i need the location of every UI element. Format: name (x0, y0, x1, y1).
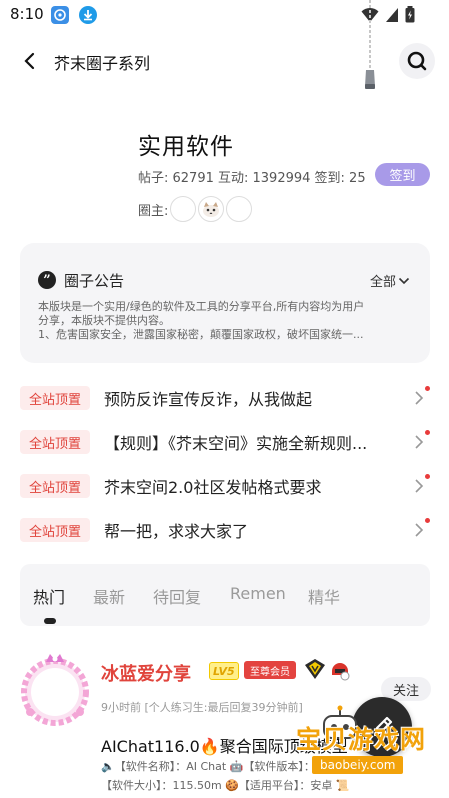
circle-name: 实用软件 (138, 134, 234, 160)
unread-dot (425, 474, 430, 479)
pinned-post-title: 芥末空间2.0社区发帖格式要求 (104, 478, 322, 497)
page-title: 芥末圈子系列 (54, 54, 151, 73)
pinned-tag: 全站顶置 (20, 474, 90, 498)
status-bar: 8:10 (0, 0, 449, 30)
owner-avatar[interactable] (198, 196, 225, 222)
top-app-bar: 芥末圈子系列 (0, 40, 449, 84)
announcement-line: 1、危害国家安全，泄露国家秘密，颠覆国家政权，破坏国家统一... (38, 328, 364, 341)
status-time: 8:10 (10, 5, 44, 23)
circle-owners: 圈主: (138, 196, 254, 222)
helmet-badge-icon (332, 663, 350, 681)
tab-hot[interactable]: 热门 (33, 584, 65, 608)
watermark: 宝贝游戏网 baobeiy.com (282, 705, 442, 778)
announcement-card[interactable]: ” 圈子公告 全部 本版块是一个实用/绿色的软件及工具的分享平台,所有内容均为用… (20, 243, 430, 363)
search-icon (407, 51, 427, 71)
announcement-title: 圈子公告 (64, 272, 125, 290)
feed-tabs: 热门 最新 待回复 Remen 精华 (20, 564, 430, 626)
battery-icon (405, 6, 415, 23)
pinned-post-title: 预防反诈宣传反诈，从我做起 (104, 390, 313, 409)
circle-stats: 帖子: 62791 互动: 1392994 签到: 25 (138, 171, 366, 186)
announcement-line: 本版块是一个实用/绿色的软件及工具的分享平台,所有内容均为用户 (38, 300, 365, 313)
chevron-right-icon (415, 523, 424, 537)
download-icon (79, 6, 97, 24)
tab-featured[interactable]: 精华 (308, 584, 340, 608)
pinned-post-row[interactable]: 全站顶置 预防反诈宣传反诈，从我做起 (20, 376, 430, 420)
pinned-post-title: 帮一把，求求大家了 (104, 522, 249, 541)
pinned-post-row[interactable]: 全站顶置 【规则】《芥末空间》实施全新规则... (20, 420, 430, 464)
chevron-down-icon (398, 277, 410, 284)
owner-avatar[interactable] (170, 196, 197, 222)
post-meta: 9小时前 [个人练习生:最后回复39分钟前] (101, 701, 303, 714)
tab-latest[interactable]: 最新 (93, 584, 125, 608)
medal-icon (305, 659, 325, 679)
post-excerpt-line: 【软件大小】：115.50m 🍪【适用平台】：安卓 📜 (101, 779, 350, 792)
owners-label: 圈主: (138, 203, 169, 219)
pinned-tag: 全站顶置 (20, 518, 90, 542)
quote-icon: ” (38, 271, 56, 289)
announcement-line: 分享，本版块不提供内容。 (38, 314, 170, 327)
unread-dot (425, 518, 430, 523)
chevron-right-icon (415, 479, 424, 493)
owner-avatar[interactable] (226, 196, 253, 222)
chevron-right-icon (415, 435, 424, 449)
signin-button[interactable]: 签到 (375, 163, 430, 186)
unread-dot (425, 386, 430, 391)
post-username[interactable]: 冰蓝爱分享 (101, 660, 191, 686)
back-button[interactable] (16, 48, 42, 74)
tab-remen[interactable]: Remen (230, 584, 286, 603)
search-button[interactable] (399, 43, 435, 79)
tab-awaiting-reply[interactable]: 待回复 (153, 584, 201, 608)
pinned-tag: 全站顶置 (20, 430, 90, 454)
signal-icon (386, 7, 398, 22)
active-tab-indicator (44, 618, 56, 624)
vip-badge: 至尊会员 (244, 661, 296, 679)
app-notification-icon (51, 6, 69, 24)
user-avatar[interactable] (20, 650, 90, 726)
pinned-post-title: 【规则】《芥末空间》实施全新规则... (104, 434, 368, 453)
unread-dot (425, 430, 430, 435)
chevron-left-icon (24, 52, 35, 70)
pinned-post-row[interactable]: 全站顶置 帮一把，求求大家了 (20, 508, 430, 552)
level-badge: LV5 (209, 662, 239, 680)
pinned-posts-list: 全站顶置 预防反诈宣传反诈，从我做起 全站顶置 【规则】《芥末空间》实施全新规则… (20, 376, 430, 552)
announcement-expand-button[interactable]: 全部 (370, 271, 410, 290)
expand-label: 全部 (370, 275, 397, 290)
watermark-url: baobeiy.com (312, 756, 404, 774)
pinned-tag: 全站顶置 (20, 386, 90, 410)
watermark-text: 宝贝游戏网 (296, 725, 427, 754)
pinned-post-row[interactable]: 全站顶置 芥末空间2.0社区发帖格式要求 (20, 464, 430, 508)
chevron-right-icon (415, 391, 424, 405)
announcement-body: 本版块是一个实用/绿色的软件及工具的分享平台,所有内容均为用户 分享，本版块不提… (38, 300, 412, 342)
cat-avatar-icon (203, 202, 220, 217)
